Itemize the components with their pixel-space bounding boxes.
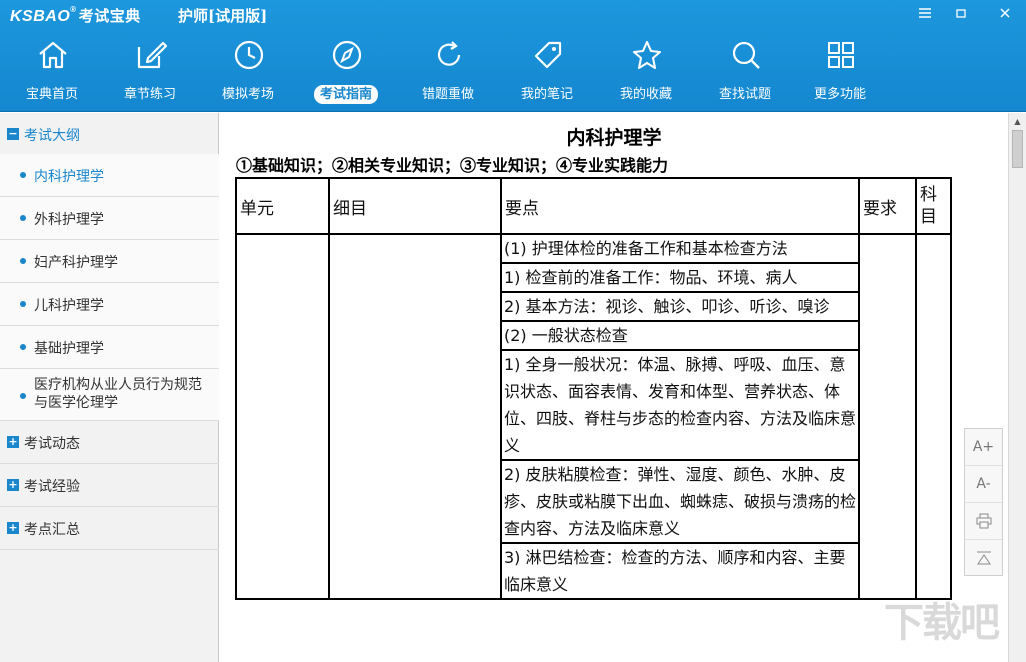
bullet-icon [20,258,26,264]
points-list: (1) 护理体检的准备工作和基本检查方法 1) 检查前的准备工作：物品、环境、病… [502,235,858,598]
header-points: 要点 [500,177,860,235]
reader-tools: A+ A- [964,428,1003,576]
sidebar-group-syllabus[interactable]: − 考试大纲 [0,113,219,156]
bullet-icon [20,301,26,307]
nav-label: 宝典首页 [25,87,78,102]
sidebar-item-internal-nursing[interactable]: 内科护理学 [0,154,219,197]
sidebar-item-pediatric-nursing[interactable]: 儿科护理学 [0,283,219,326]
tag-icon [534,41,562,69]
back-to-top-icon[interactable] [965,540,1002,577]
nav-exam-guide[interactable]: 考试指南 [297,34,395,108]
sidebar-item-basic-nursing[interactable]: 基础护理学 [0,326,219,369]
sidebar-item-label: 内科护理学 [34,169,104,185]
nav-chapter-practice[interactable]: 章节练习 [101,34,199,108]
sidebar-item-medical-ethics[interactable]: 医疗机构从业人员行为规范与医学伦理学 [0,369,219,421]
search-icon [732,41,760,69]
nav-my-favorites[interactable]: 我的收藏 [597,34,695,108]
table-row: (1) 护理体检的准备工作和基本检查方法 1) 检查前的准备工作：物品、环境、病… [235,233,952,600]
home-icon [39,41,67,69]
expand-icon[interactable]: + [7,522,19,534]
sidebar-group-label: 考点汇总 [24,522,80,538]
sidebar-group-label: 考试经验 [24,479,80,495]
sidebar: − 考试大纲 内科护理学 外科护理学 妇产科护理学 儿科护理学 基础护理学 医疗… [0,113,219,662]
list-item: 2) 皮肤粘膜检查：弹性、湿度、颜色、水肿、皮疹、皮肤或粘膜下出血、蜘蛛痣、破损… [502,460,858,544]
bullet-icon [20,393,26,399]
nav-redo-wrong[interactable]: 错题重做 [399,34,497,108]
nav-label: 错题重做 [421,87,474,102]
star-icon [632,40,662,70]
document-subtitle: ①基础知识；②相关专业知识；③专业知识；④专业实践能力 [236,156,669,175]
nav-more-features[interactable]: 更多功能 [791,34,889,108]
expand-icon[interactable]: + [7,436,19,448]
nav-label: 我的笔记 [520,87,573,102]
clock-icon [234,40,264,70]
sidebar-group-label: 考试动态 [24,436,80,452]
list-item: 1) 全身一般状况：体温、脉搏、呼吸、血压、意识状态、面容表情、发育和体型、营养… [502,350,858,461]
scrollbar-thumb[interactable] [1012,130,1023,168]
sidebar-item-label: 外科护理学 [34,212,104,228]
expand-icon[interactable]: + [7,479,19,491]
list-item: 1) 检查前的准备工作：物品、环境、病人 [502,263,858,293]
nav-mock-exam[interactable]: 模拟考场 [199,34,297,108]
scroll-up-icon[interactable]: ▲ [1009,113,1026,130]
detail-cell [328,233,502,600]
content-pane: 内科护理学 ①基础知识；②相关专业知识；③专业知识；④专业实践能力 单元 细目 … [221,113,1007,662]
sidebar-group-exam-experience[interactable]: + 考试经验 [0,464,219,507]
bullet-icon [20,215,26,221]
font-increase-button[interactable]: A+ [965,429,1002,466]
print-icon[interactable] [965,503,1002,540]
compass-icon [332,40,362,70]
sidebar-item-label: 儿科护理学 [34,298,104,314]
title-bar: KSBAO® 考试宝典 护师[试用版] [0,0,1026,32]
table-header-row: 单元 细目 要点 要求 科目 [235,177,952,235]
nav-label: 查找试题 [718,87,771,102]
edit-icon [137,41,168,69]
nav-home[interactable]: 宝典首页 [3,34,101,108]
sidebar-group-key-points[interactable]: + 考点汇总 [0,507,219,550]
watermark: 下载吧 [884,600,1000,646]
syllabus-table: 单元 细目 要点 要求 科目 (1) 护理体检的准备工作和基本检查方法 1) 检… [235,177,952,600]
vertical-scrollbar[interactable]: ▲ [1008,113,1026,662]
close-icon[interactable] [994,6,1016,24]
require-cell [858,233,917,600]
nav-label: 我的收藏 [619,87,672,102]
sidebar-group-exam-news[interactable]: + 考试动态 [0,421,219,464]
nav-label: 章节练习 [123,87,176,102]
font-decrease-button[interactable]: A- [965,466,1002,503]
app-title: 护师[试用版] [178,7,268,25]
sidebar-item-label: 医疗机构从业人员行为规范与医学伦理学 [34,377,202,411]
sidebar-item-label: 妇产科护理学 [34,255,118,271]
minimize-icon[interactable] [950,6,972,24]
nav-search-questions[interactable]: 查找试题 [696,34,794,108]
refresh-icon [437,41,461,66]
subject-cell [915,233,952,600]
nav-my-notes[interactable]: 我的笔记 [498,34,596,108]
header-unit: 单元 [235,177,330,235]
sidebar-item-label: 基础护理学 [34,341,104,357]
header-subject: 科目 [915,177,952,235]
brand-logo: KSBAO® 考试宝典 [10,5,141,25]
unit-cell [235,233,330,600]
grid-icon [828,42,854,68]
sidebar-item-obstetric-nursing[interactable]: 妇产科护理学 [0,240,219,283]
nav-label: 考试指南 [313,85,378,104]
list-item: 2) 基本方法：视诊、触诊、叩诊、听诊、嗅诊 [502,292,858,322]
list-item: (1) 护理体检的准备工作和基本检查方法 [502,235,858,264]
list-item: (2) 一般状态检查 [502,321,858,351]
collapse-icon[interactable]: − [7,128,19,140]
bullet-icon [20,344,26,350]
sidebar-item-surgical-nursing[interactable]: 外科护理学 [0,197,219,240]
header-detail: 细目 [328,177,502,235]
header-require: 要求 [858,177,917,235]
main-nav: 宝典首页 章节练习 模拟考场 考试指南 错题重做 我的笔记 我的收藏 查找试题 [0,34,900,108]
list-item: 3) 淋巴结检查：检查的方法、顺序和内容、主要临床意义 [504,548,846,594]
bullet-icon [20,172,26,178]
document-title: 内科护理学 [566,127,662,149]
nav-label: 模拟考场 [221,87,274,102]
top-bar: KSBAO®考试宝典 护师[试用版] 宝典首页 章节练习 模拟考场 考试指南 [0,0,1026,112]
sidebar-group-label: 考试大纲 [24,128,80,144]
nav-label: 更多功能 [813,87,866,102]
points-cell: (1) 护理体检的准备工作和基本检查方法 1) 检查前的准备工作：物品、环境、病… [500,233,860,600]
menu-lines-icon[interactable] [914,6,936,24]
